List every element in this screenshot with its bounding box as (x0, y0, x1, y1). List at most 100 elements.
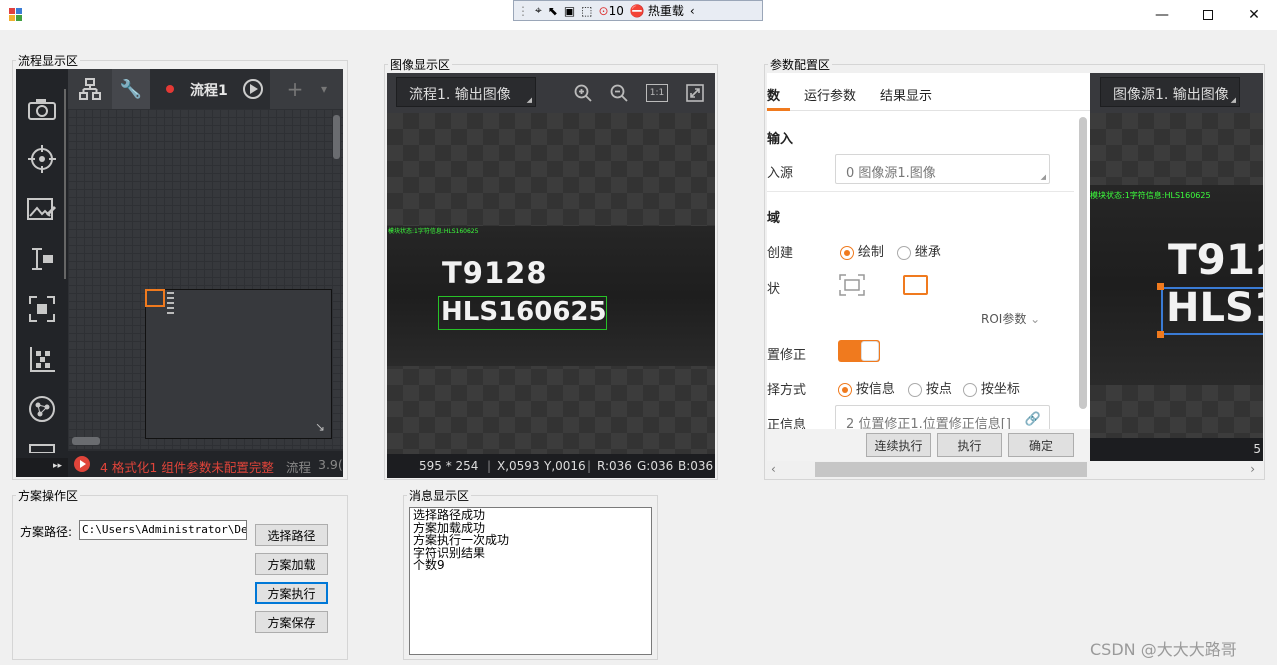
camera-icon[interactable] (16, 91, 68, 127)
sidebar-scrollbar[interactable] (64, 89, 66, 279)
pixel-b: B:036 (678, 459, 714, 473)
pixel-g: G:036 (637, 459, 674, 473)
preview-status-value: 5 (1253, 442, 1261, 456)
ocr-text-line2: HLS160625 (441, 297, 607, 327)
run-button[interactable]: 执行 (937, 433, 1002, 457)
select-corner-icon: ◢ (1040, 173, 1046, 181)
shape-region-icon[interactable] (839, 274, 865, 296)
minimize-button[interactable]: — (1139, 0, 1185, 30)
flow-status-bar: 4 格式化1 组件参数未配置完整 流程 3.9( (68, 451, 343, 477)
flow-panel-legend: 流程显示区 (18, 54, 79, 68)
binding-failures-button[interactable]: ⊙ 10 (596, 1, 627, 20)
image-source-select[interactable]: 流程1. 输出图像 ◢ (396, 77, 536, 107)
preview-source-select[interactable]: 图像源1. 输出图像 ◢ (1100, 77, 1240, 107)
resize-icon[interactable]: ↘ (315, 420, 325, 434)
section-input: 输入 (767, 132, 794, 147)
position-correct-toggle[interactable] (838, 340, 880, 362)
log-line: 选择路径成功 (413, 508, 486, 522)
tab-base-params[interactable]: 数 (767, 85, 780, 104)
preview-text-line1: T912 (1168, 235, 1263, 284)
network-icon[interactable] (16, 391, 68, 427)
solution-path-input[interactable]: C:\Users\Administrator\Desk (79, 520, 247, 540)
input-source-select[interactable]: 0 图像源1.图像 ◢ (835, 154, 1050, 184)
zoom-out-icon[interactable] (609, 83, 629, 103)
label-shape: 状 (767, 282, 781, 297)
shape-rectangle-icon[interactable] (903, 275, 928, 295)
maximize-button[interactable] (1185, 0, 1231, 30)
tab-run-params[interactable]: 运行参数 (804, 85, 856, 104)
execute-solution-button[interactable]: 方案执行 (255, 582, 328, 604)
radio-by-point-indicator (908, 382, 922, 397)
record-dot-icon (166, 85, 174, 93)
radio-by-point[interactable]: 按点 (908, 378, 952, 397)
scroll-right-icon[interactable]: › (1250, 462, 1255, 476)
select-element-icon[interactable]: ⌖ (532, 1, 545, 20)
save-solution-button[interactable]: 方案保存 (255, 611, 328, 633)
calibration-icon[interactable] (16, 341, 68, 377)
tab-result-display[interactable]: 结果显示 (880, 85, 932, 104)
message-log[interactable]: 选择路径成功 方案加载成功 方案执行一次成功 字符识别结果 个数9 (409, 507, 652, 655)
roi-handle[interactable] (1157, 283, 1164, 290)
close-button[interactable]: ✕ (1231, 0, 1277, 30)
pointer-icon[interactable]: ⬉ (545, 1, 561, 20)
more-tool-icon[interactable] (16, 441, 68, 455)
fit-window-icon[interactable] (685, 83, 705, 103)
measure-icon[interactable] (16, 241, 68, 277)
track-focus-icon[interactable]: ⬚ (578, 1, 595, 20)
chevron-down-icon: ⌄ (1030, 312, 1041, 326)
minimap-viewport[interactable] (145, 289, 165, 307)
chevron-down-icon[interactable]: ▾ (314, 79, 334, 99)
list-icon (167, 292, 174, 316)
flow-canvas[interactable]: ↘ (68, 109, 343, 449)
actual-size-icon[interactable]: 1:1 (646, 84, 668, 102)
param-hscrollbar[interactable]: ‹ › (767, 461, 1263, 478)
radio-draw-label: 绘制 (857, 245, 884, 260)
focus-region-icon[interactable] (16, 291, 68, 327)
ok-button[interactable]: 确定 (1008, 433, 1074, 457)
image-panel-legend: 图像显示区 (390, 58, 451, 72)
run-icon[interactable] (242, 78, 264, 100)
target-icon[interactable] (16, 141, 68, 177)
binding-count: 10 (608, 3, 624, 18)
status-sep-1: | (487, 459, 492, 473)
hot-reload-button[interactable]: ⛔ 热重载 (627, 1, 687, 20)
section-region: 域 (767, 211, 781, 226)
expand-icon[interactable]: ▸▸ (53, 461, 62, 471)
canvas-hscrollbar[interactable] (72, 437, 100, 445)
roi-params-toggle[interactable]: ROI参数 ⌄ (981, 310, 1040, 327)
image-canvas[interactable]: 模块状态:1字符信息:HLS160625 T9128 HLS160625 (387, 113, 715, 454)
roi-handle[interactable] (1157, 331, 1164, 338)
flow-status-suffix: 流程 (286, 460, 312, 475)
flow-tree-icon[interactable] (76, 77, 104, 101)
scroll-left-icon[interactable]: ‹ (771, 462, 776, 476)
canvas-vscrollbar[interactable] (333, 115, 340, 159)
frame-icon[interactable]: ▣ (561, 1, 578, 20)
load-solution-button[interactable]: 方案加载 (255, 553, 328, 575)
select-corner-icon: ◢ (1230, 96, 1236, 104)
image-edit-icon[interactable] (16, 191, 68, 227)
select-path-button[interactable]: 选择路径 (255, 524, 328, 546)
preview-status-bar: 5 (1090, 438, 1263, 461)
radio-draw[interactable]: 绘制 (840, 241, 884, 260)
param-tabs: 数 运行参数 结果显示 (767, 73, 1090, 111)
pixel-r: R:036 (597, 459, 632, 473)
form-scrollbar[interactable] (1079, 117, 1087, 409)
preview-canvas[interactable]: 模块状态:1字符信息:HLS160625 T912 HLS1 (1090, 113, 1263, 438)
add-tab-icon[interactable]: + (284, 77, 306, 101)
watermark: CSDN @大大大路哥 (1090, 640, 1237, 659)
link-icon[interactable]: 🔗 (1025, 412, 1041, 427)
radio-inherit[interactable]: 继承 (897, 241, 941, 260)
sidebar-footer: ▸▸ (16, 458, 68, 477)
radio-by-info[interactable]: 按信息 (838, 378, 895, 397)
radio-inherit-label: 继承 (914, 245, 941, 260)
hot-reload-label: 热重载 (647, 4, 684, 18)
preview-source-value: 图像源1. 输出图像 (1113, 87, 1229, 103)
zoom-in-icon[interactable] (573, 83, 593, 103)
continuous-run-button[interactable]: 连续执行 (866, 433, 931, 457)
tools-tab[interactable]: 🔧 (112, 69, 150, 109)
cursor-y: Y,0016 (544, 459, 586, 473)
tab-flow1[interactable]: 流程1 (150, 69, 270, 109)
hscroll-thumb[interactable] (815, 462, 1087, 477)
radio-by-coord[interactable]: 按坐标 (963, 378, 1020, 397)
collapse-icon[interactable]: ‹ (687, 1, 698, 20)
